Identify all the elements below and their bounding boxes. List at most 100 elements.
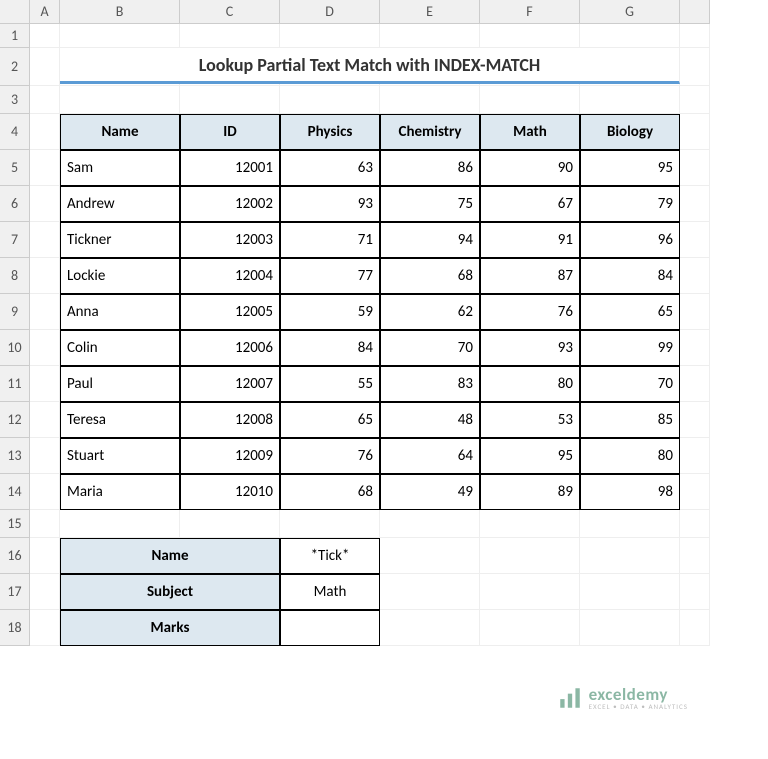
table-cell[interactable]: 75: [380, 186, 480, 222]
table-cell[interactable]: 12008: [180, 402, 280, 438]
table-cell[interactable]: 48: [380, 402, 480, 438]
table-cell[interactable]: 84: [280, 330, 380, 366]
table-cell[interactable]: 55: [280, 366, 380, 402]
column-header-D[interactable]: D: [280, 0, 380, 24]
grid-cell[interactable]: [680, 510, 710, 538]
grid-cell[interactable]: [680, 574, 710, 610]
grid-cell[interactable]: [680, 438, 710, 474]
grid-cell[interactable]: [680, 86, 710, 114]
table-cell[interactable]: 90: [480, 150, 580, 186]
column-header-B[interactable]: B: [60, 0, 180, 24]
grid-cell[interactable]: [30, 86, 60, 114]
lookup-marks-value[interactable]: [280, 610, 380, 646]
row-header-6[interactable]: 6: [0, 186, 30, 222]
table-cell[interactable]: Lockie: [60, 258, 180, 294]
grid-cell[interactable]: [30, 114, 60, 150]
table-cell[interactable]: Tickner: [60, 222, 180, 258]
table-cell[interactable]: 94: [380, 222, 480, 258]
table-cell[interactable]: 53: [480, 402, 580, 438]
table-cell[interactable]: Anna: [60, 294, 180, 330]
grid-cell[interactable]: [680, 186, 710, 222]
table-cell[interactable]: Stuart: [60, 438, 180, 474]
table-cell[interactable]: Sam: [60, 150, 180, 186]
grid-cell[interactable]: [30, 474, 60, 510]
table-cell[interactable]: 12004: [180, 258, 280, 294]
table-cell[interactable]: 96: [580, 222, 680, 258]
grid-cell[interactable]: [30, 186, 60, 222]
table-cell[interactable]: 76: [280, 438, 380, 474]
table-cell[interactable]: 70: [380, 330, 480, 366]
table-cell[interactable]: 91: [480, 222, 580, 258]
grid-cell[interactable]: [580, 86, 680, 114]
table-cell[interactable]: 65: [280, 402, 380, 438]
table-cell[interactable]: Colin: [60, 330, 180, 366]
grid-cell[interactable]: [380, 24, 480, 48]
grid-cell[interactable]: [580, 24, 680, 48]
row-header-12[interactable]: 12: [0, 402, 30, 438]
table-cell[interactable]: 95: [480, 438, 580, 474]
row-header-2[interactable]: 2: [0, 48, 30, 86]
table-cell[interactable]: 98: [580, 474, 680, 510]
table-cell[interactable]: 70: [580, 366, 680, 402]
table-cell[interactable]: 85: [580, 402, 680, 438]
column-header-G[interactable]: G: [580, 0, 680, 24]
table-cell[interactable]: 62: [380, 294, 480, 330]
table-cell[interactable]: 12006: [180, 330, 280, 366]
table-cell[interactable]: 68: [280, 474, 380, 510]
grid-cell[interactable]: [380, 610, 480, 646]
table-cell[interactable]: 49: [380, 474, 480, 510]
table-cell[interactable]: 86: [380, 150, 480, 186]
table-cell[interactable]: 77: [280, 258, 380, 294]
table-cell[interactable]: 89: [480, 474, 580, 510]
grid-cell[interactable]: [30, 610, 60, 646]
row-header-16[interactable]: 16: [0, 538, 30, 574]
grid-cell[interactable]: [680, 150, 710, 186]
table-cell[interactable]: 63: [280, 150, 380, 186]
row-header-5[interactable]: 5: [0, 150, 30, 186]
grid-cell[interactable]: [30, 150, 60, 186]
grid-cell[interactable]: [680, 366, 710, 402]
grid-cell[interactable]: [30, 538, 60, 574]
grid-cell[interactable]: [380, 574, 480, 610]
table-cell[interactable]: 99: [580, 330, 680, 366]
table-cell[interactable]: 79: [580, 186, 680, 222]
grid-cell[interactable]: [60, 24, 180, 48]
table-cell[interactable]: 95: [580, 150, 680, 186]
grid-cell[interactable]: [680, 48, 710, 86]
table-cell[interactable]: 12007: [180, 366, 280, 402]
table-cell[interactable]: 93: [280, 186, 380, 222]
grid-cell[interactable]: [180, 24, 280, 48]
grid-cell[interactable]: [280, 510, 380, 538]
table-cell[interactable]: Paul: [60, 366, 180, 402]
table-cell[interactable]: 12010: [180, 474, 280, 510]
grid-cell[interactable]: [680, 610, 710, 646]
table-cell[interactable]: 12009: [180, 438, 280, 474]
grid-cell[interactable]: [680, 294, 710, 330]
grid-cell[interactable]: [480, 574, 580, 610]
column-header-F[interactable]: F: [480, 0, 580, 24]
table-cell[interactable]: 59: [280, 294, 380, 330]
grid-cell[interactable]: [480, 610, 580, 646]
grid-cell[interactable]: [380, 538, 480, 574]
row-header-17[interactable]: 17: [0, 574, 30, 610]
table-cell[interactable]: 80: [480, 366, 580, 402]
table-cell[interactable]: 12003: [180, 222, 280, 258]
grid-cell[interactable]: [30, 438, 60, 474]
grid-cell[interactable]: [480, 24, 580, 48]
grid-cell[interactable]: [680, 474, 710, 510]
grid-cell[interactable]: [30, 222, 60, 258]
grid-cell[interactable]: [280, 86, 380, 114]
grid-cell[interactable]: [580, 610, 680, 646]
grid-cell[interactable]: [60, 510, 180, 538]
grid-cell[interactable]: [30, 24, 60, 48]
column-header-E[interactable]: E: [380, 0, 480, 24]
table-cell[interactable]: 84: [580, 258, 680, 294]
grid-cell[interactable]: [480, 86, 580, 114]
row-header-8[interactable]: 8: [0, 258, 30, 294]
grid-cell[interactable]: [30, 48, 60, 86]
grid-cell[interactable]: [60, 86, 180, 114]
lookup-name-value[interactable]: *Tick*: [280, 538, 380, 574]
grid-cell[interactable]: [380, 86, 480, 114]
grid-cell[interactable]: [680, 114, 710, 150]
table-cell[interactable]: 64: [380, 438, 480, 474]
